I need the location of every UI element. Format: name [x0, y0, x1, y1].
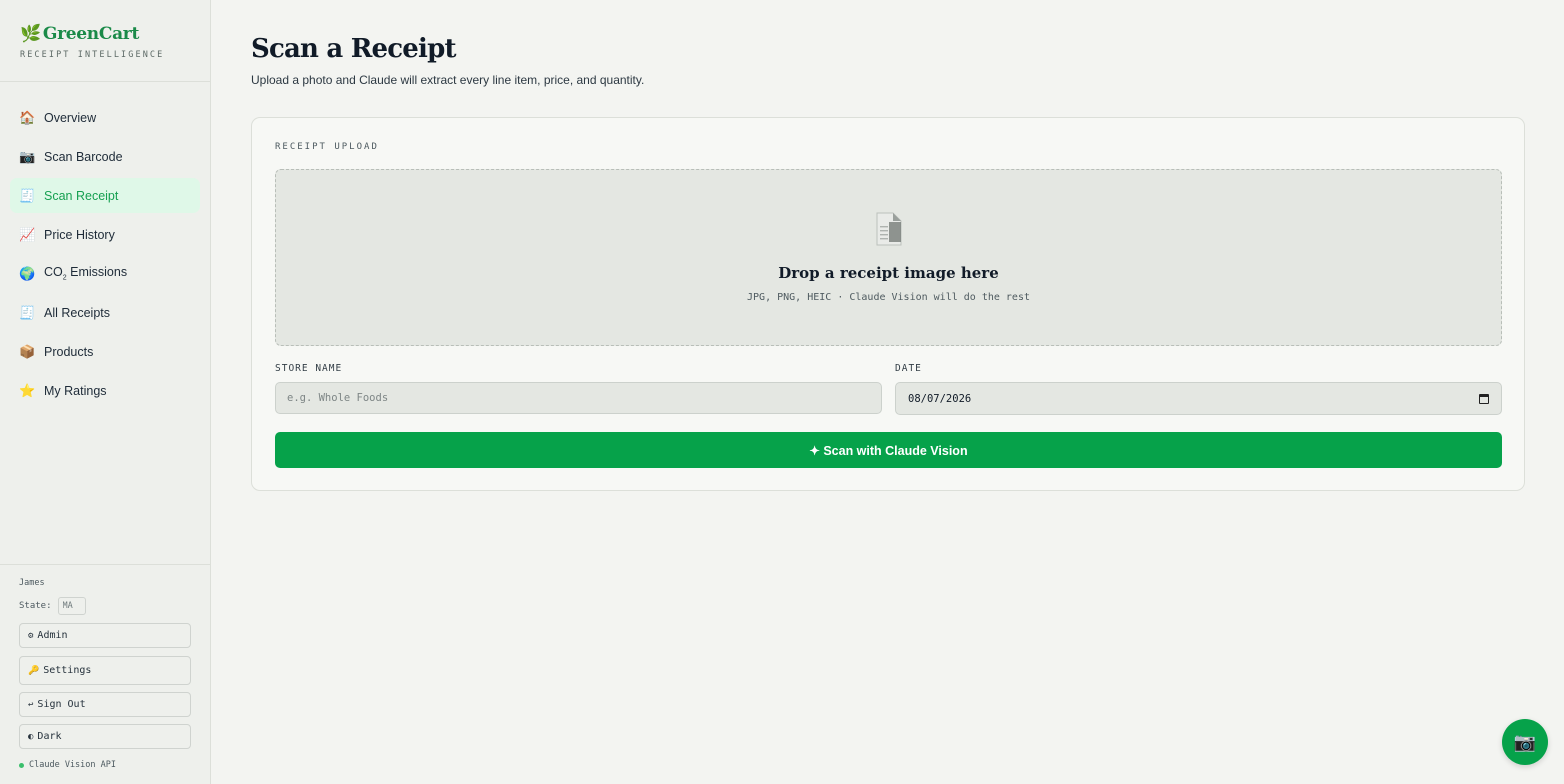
sidebar-item-products[interactable]: 📦 Products: [10, 334, 200, 369]
sign-out-label: Sign Out: [37, 699, 86, 710]
quick-scan-button[interactable]: 📷: [1502, 719, 1548, 765]
sidebar-item-all-receipts[interactable]: 🧾 All Receipts: [10, 295, 200, 330]
brand-tagline: RECEIPT INTELLIGENCE: [20, 50, 165, 60]
camera-icon: 📷: [19, 148, 36, 164]
sidebar-item-overview[interactable]: 🏠 Overview: [10, 100, 200, 135]
house-icon: 🏠: [19, 109, 36, 125]
sidebar-item-label: CO2 Emissions: [44, 265, 128, 282]
status-dot-icon: [19, 762, 24, 768]
globe-icon: 🌍: [19, 265, 36, 281]
star-icon: ⭐: [19, 382, 36, 398]
api-status: Claude Vision API: [19, 760, 116, 770]
logo[interactable]: 🌿 GreenCart: [20, 24, 210, 44]
sidebar: 🌿 GreenCart RECEIPT INTELLIGENCE 🏠 Overv…: [0, 0, 211, 784]
sidebar-item-label: Scan Receipt: [44, 188, 119, 203]
user-name: James: [19, 578, 45, 588]
date-label: DATE: [895, 363, 922, 374]
sidebar-item-label: Price History: [44, 227, 115, 242]
chart-up-icon: 📈: [19, 226, 36, 242]
dropzone-subtitle: JPG, PNG, HEIC · Claude Vision will do t…: [747, 292, 1030, 303]
sidebar-item-label: Products: [44, 344, 94, 359]
calendar-icon[interactable]: [1479, 393, 1489, 404]
brand-name: GreenCart: [42, 24, 139, 44]
state-input[interactable]: [57, 597, 86, 615]
sidebar-item-my-ratings[interactable]: ⭐ My Ratings: [10, 373, 200, 408]
api-status-label: Claude Vision API: [29, 760, 116, 770]
settings-button[interactable]: 🔑 Settings: [19, 656, 191, 685]
page-title: Scan a Receipt: [251, 34, 457, 64]
return-arrow-icon: ↩: [28, 699, 34, 710]
state-label: State:: [19, 601, 52, 611]
store-name-input[interactable]: [275, 382, 882, 414]
camera-icon: 📷: [1513, 731, 1537, 752]
date-value: 08/07/2026: [908, 392, 972, 405]
leaf-icon: 🌿: [20, 24, 41, 44]
card-label: RECEIPT UPLOAD: [275, 142, 379, 152]
sidebar-footer: James State: ⚙ Admin 🔑 Settings ↩ Sign O…: [0, 564, 210, 784]
settings-label: Settings: [43, 665, 92, 676]
brand-header: 🌿 GreenCart RECEIPT INTELLIGENCE: [0, 0, 210, 82]
receipt-icon: 🧾: [19, 304, 36, 320]
admin-button[interactable]: ⚙ Admin: [19, 623, 191, 648]
admin-label: Admin: [37, 630, 68, 641]
date-input[interactable]: 08/07/2026: [895, 382, 1502, 415]
sidebar-item-label: Overview: [44, 110, 97, 125]
receipt-icon: 🧾: [19, 187, 36, 203]
page-subtitle: Upload a photo and Claude will extract e…: [251, 73, 645, 87]
store-name-label: STORE NAME: [275, 363, 343, 374]
key-icon: 🔑: [28, 665, 40, 676]
half-circle-icon: ◐: [28, 731, 34, 742]
sign-out-button[interactable]: ↩ Sign Out: [19, 692, 191, 717]
receipt-upload-card: RECEIPT UPLOAD Drop a receipt image here…: [251, 117, 1525, 491]
sidebar-nav: 🏠 Overview 📷 Scan Barcode 🧾 Scan Receipt…: [0, 82, 210, 408]
receipt-dropzone[interactable]: Drop a receipt image here JPG, PNG, HEIC…: [275, 169, 1502, 346]
sidebar-item-label: Scan Barcode: [44, 149, 123, 164]
scan-with-claude-vision-button[interactable]: ✦ Scan with Claude Vision: [275, 432, 1502, 468]
package-icon: 📦: [19, 343, 36, 359]
dark-mode-label: Dark: [37, 731, 62, 742]
gear-icon: ⚙: [28, 630, 34, 641]
sidebar-item-price-history[interactable]: 📈 Price History: [10, 217, 200, 252]
state-selector: State:: [19, 597, 86, 615]
sidebar-item-scan-barcode[interactable]: 📷 Scan Barcode: [10, 139, 200, 174]
dropzone-title: Drop a receipt image here: [778, 264, 999, 282]
sidebar-item-scan-receipt[interactable]: 🧾 Scan Receipt: [10, 178, 200, 213]
dark-mode-button[interactable]: ◐ Dark: [19, 724, 191, 749]
sidebar-item-co2-emissions[interactable]: 🌍 CO2 Emissions: [10, 256, 200, 291]
sidebar-item-label: My Ratings: [44, 383, 107, 398]
sidebar-item-label: All Receipts: [44, 305, 110, 320]
document-icon: [876, 212, 902, 246]
